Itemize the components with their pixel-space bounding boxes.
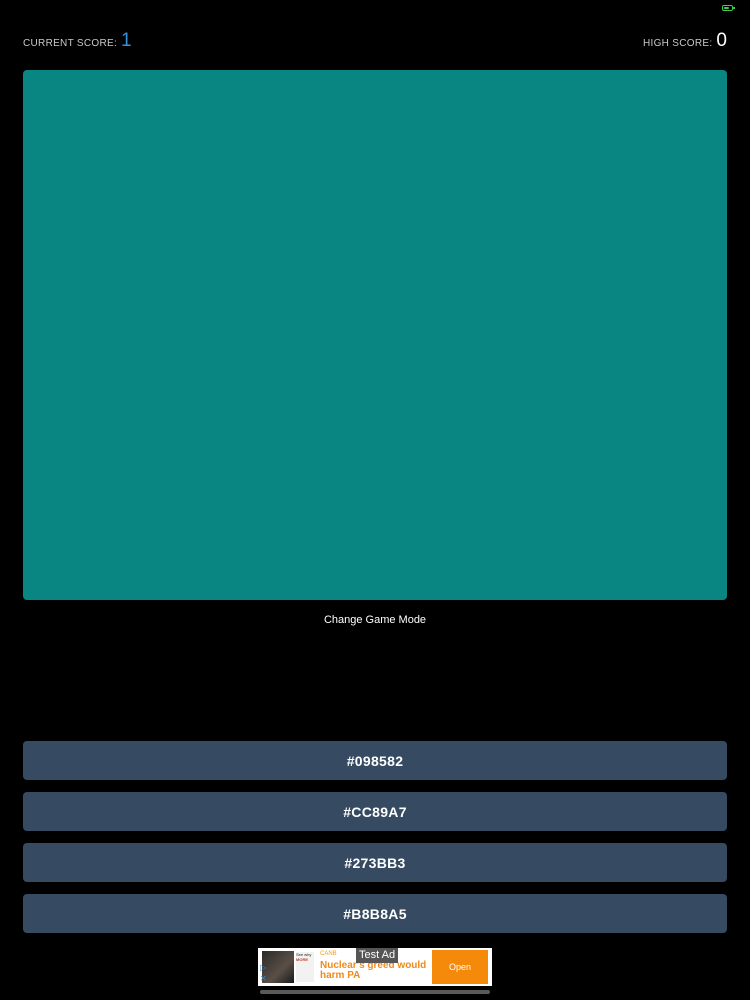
home-indicator[interactable] [260,990,490,994]
ad-banner[interactable]: See why MORE ▷ ✕ CANB Nuclear's greed wo… [258,948,492,986]
ad-headline: Nuclear's greed would harm PA [320,960,427,981]
ad-play-icon[interactable]: ▷ [260,964,266,972]
ad-side-image: See why MORE [296,952,314,982]
battery-icon [722,5,735,11]
answer-option-2[interactable]: #CC89A7 [23,792,727,831]
ad-open-button[interactable]: Open [432,950,488,984]
answer-option-4[interactable]: #B8B8A5 [23,894,727,933]
answer-options: #098582 #CC89A7 #273BB3 #B8B8A5 [23,741,727,945]
current-score: CURRENT SCORE: 1 [23,31,132,53]
ad-brand: CANB [320,951,337,957]
high-score-label: HIGH SCORE: [643,38,713,49]
current-score-value: 1 [121,30,132,51]
test-ad-label: Test Ad [356,948,399,963]
ad-side-highlight: MORE [296,957,308,962]
ad-thumbnail-image [262,951,294,983]
answer-option-1[interactable]: #098582 [23,741,727,780]
high-score-value: 0 [716,30,727,51]
high-score: HIGH SCORE: 0 [643,31,727,53]
current-score-label: CURRENT SCORE: [23,38,118,49]
ad-close-icon[interactable]: ✕ [260,975,267,983]
answer-option-3[interactable]: #273BB3 [23,843,727,882]
target-color-swatch [23,70,727,600]
change-game-mode-button[interactable]: Change Game Mode [0,614,750,626]
